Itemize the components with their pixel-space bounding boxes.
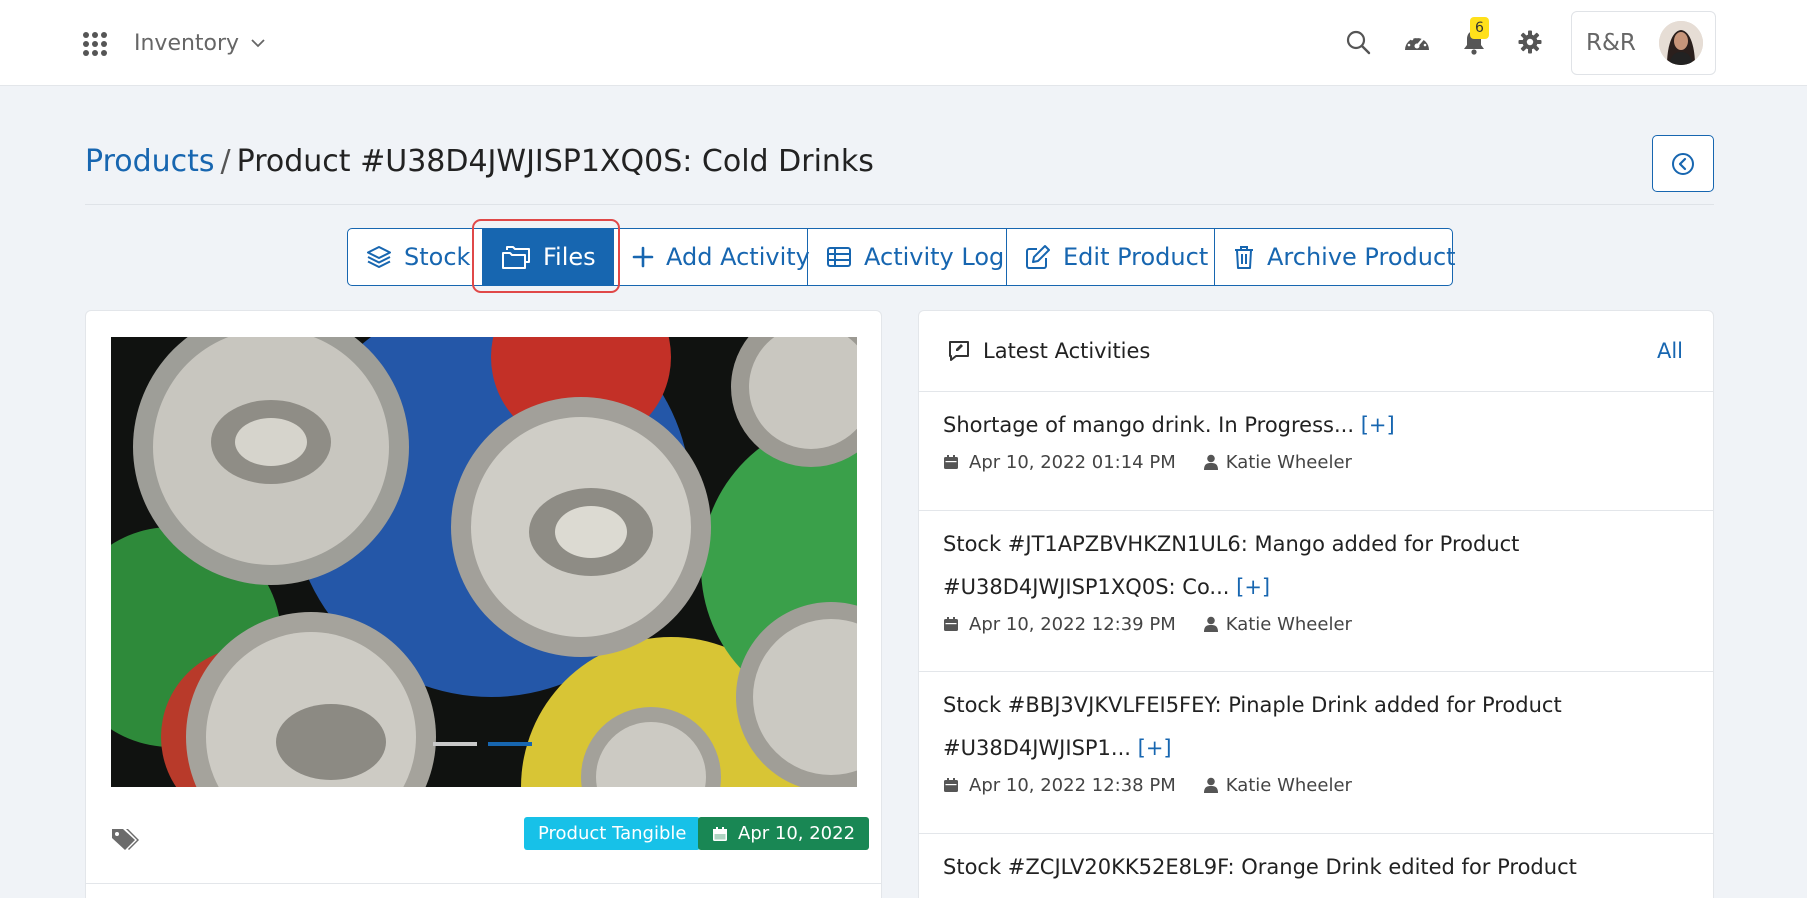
activity-user: Katie Wheeler	[1203, 774, 1352, 796]
product-image-carousel[interactable]	[111, 337, 857, 787]
user-icon	[1203, 454, 1218, 470]
activity-item: Stock #ZCJLV20KK52E8L9F: Orange Drink ed…	[919, 834, 1713, 898]
user-icon	[1203, 777, 1218, 793]
card-divider	[86, 883, 881, 884]
activity-text: Stock #BBJ3VJKVLFEI5FEY: Pinaple Drink a…	[943, 684, 1689, 770]
calendar-icon	[713, 826, 727, 841]
carousel-indicator-1[interactable]	[433, 742, 477, 746]
speedometer-icon[interactable]	[1402, 27, 1432, 57]
activity-text-content: Stock #JT1APZBVHKZN1UL6: Mango added for…	[943, 532, 1520, 599]
activity-text-content: Stock #ZCJLV20KK52E8L9F: Orange Drink ed…	[943, 855, 1577, 879]
activity-item: Stock #BBJ3VJKVLFEI5FEY: Pinaple Drink a…	[919, 672, 1713, 834]
stock-label: Stock	[404, 243, 471, 271]
files-button[interactable]: Files	[482, 229, 613, 285]
product-date-text: Apr 10, 2022	[738, 823, 856, 844]
activity-text-content: Stock #BBJ3VJKVLFEI5FEY: Pinaple Drink a…	[943, 693, 1562, 760]
trash-icon	[1235, 246, 1253, 269]
edit-icon	[1026, 245, 1050, 269]
expand-activity-link[interactable]: [+]	[1361, 413, 1395, 437]
activity-date-text: Apr 10, 2022 12:39 PM	[969, 613, 1176, 635]
page-title: Product #U38D4JWJISP1XQ0S: Cold Drinks	[236, 144, 874, 179]
expand-activity-link[interactable]: [+]	[1236, 575, 1270, 599]
activity-meta: Apr 10, 2022 12:39 PM Katie Wheeler	[943, 609, 1689, 639]
top-bar: Inventory 6 R&R	[0, 0, 1807, 86]
activity-text-content: Shortage of mango drink. In Progress...	[943, 413, 1354, 437]
activity-meta: Apr 10, 2022 01:14 PM Katie Wheeler	[943, 447, 1689, 477]
calendar-icon	[944, 778, 958, 792]
grid-icon[interactable]	[82, 31, 108, 57]
layers-icon	[367, 246, 391, 268]
activity-user-name: Katie Wheeler	[1225, 451, 1352, 473]
product-date-badge: Apr 10, 2022	[698, 817, 870, 850]
archive-product-button[interactable]: Archive Product	[1214, 229, 1456, 285]
notification-count-badge: 6	[1470, 17, 1489, 39]
circle-chevron-left-icon	[1672, 152, 1694, 175]
calendar-icon	[944, 455, 958, 469]
chat-edit-icon	[949, 341, 969, 361]
breadcrumb: Products / Product #U38D4JWJISP1XQ0S: Cold…	[85, 144, 874, 179]
header-divider	[85, 204, 1714, 205]
breadcrumb-separator: /	[220, 144, 231, 179]
tags-icon	[110, 826, 140, 856]
activity-date: Apr 10, 2022 12:38 PM	[943, 775, 1176, 796]
plus-icon	[632, 246, 654, 268]
search-icon[interactable]	[1343, 27, 1373, 57]
edit-product-label: Edit Product	[1063, 243, 1209, 271]
activity-item: Stock #JT1APZBVHKZN1UL6: Mango added for…	[919, 511, 1713, 672]
edit-product-button[interactable]: Edit Product	[1006, 229, 1214, 285]
app-name: Inventory	[134, 30, 240, 56]
activity-user-name: Katie Wheeler	[1225, 774, 1352, 796]
activity-text: Stock #JT1APZBVHKZN1UL6: Mango added for…	[943, 523, 1689, 609]
activity-item: Shortage of mango drink. In Progress... …	[919, 392, 1713, 511]
calendar-icon	[944, 617, 958, 631]
all-activities-link[interactable]: All	[1657, 339, 1683, 363]
chevron-down-icon	[251, 39, 265, 48]
latest-activities-card: Latest Activities All Shortage of mango …	[918, 310, 1714, 898]
carousel-indicator-2[interactable]	[488, 742, 532, 746]
activities-title: Latest Activities	[983, 339, 1151, 363]
product-type-badge: Product Tangible	[524, 817, 701, 850]
app-switcher[interactable]: Inventory	[134, 28, 267, 58]
add-activity-button[interactable]: Add Activity	[613, 229, 810, 285]
avatar	[1659, 21, 1703, 65]
add-activity-label: Add Activity	[666, 243, 810, 271]
expand-activity-link[interactable]: [+]	[1138, 736, 1172, 760]
folders-icon	[502, 246, 530, 269]
activity-log-label: Activity Log	[864, 243, 1005, 271]
activity-date-text: Apr 10, 2022 12:38 PM	[969, 774, 1176, 796]
gear-icon[interactable]	[1515, 27, 1545, 57]
user-icon	[1203, 616, 1218, 632]
user-menu[interactable]: R&R	[1571, 11, 1716, 75]
activity-user-name: Katie Wheeler	[1225, 613, 1352, 635]
activity-date: Apr 10, 2022 01:14 PM	[943, 452, 1176, 473]
table-icon	[827, 247, 851, 267]
activity-text: Shortage of mango drink. In Progress... …	[943, 404, 1689, 447]
activity-text: Stock #ZCJLV20KK52E8L9F: Orange Drink ed…	[943, 846, 1689, 889]
product-actions-toolbar: Stock Files Add Activity Activity Log Ed…	[347, 228, 1456, 286]
activity-meta: Apr 10, 2022 12:38 PM Katie Wheeler	[943, 770, 1689, 800]
product-card: Product Tangible Apr 10, 2022	[85, 310, 882, 898]
activity-date-text: Apr 10, 2022 01:14 PM	[969, 451, 1176, 473]
activities-header: Latest Activities All	[919, 311, 1713, 392]
user-initials: R&R	[1586, 30, 1636, 56]
stock-button[interactable]: Stock	[348, 229, 482, 285]
archive-product-label: Archive Product	[1267, 243, 1456, 271]
activity-log-button[interactable]: Activity Log	[807, 229, 1006, 285]
files-label: Files	[543, 243, 596, 271]
activity-user: Katie Wheeler	[1203, 451, 1352, 473]
back-button[interactable]	[1652, 135, 1714, 192]
activity-user: Katie Wheeler	[1203, 613, 1352, 635]
activity-date: Apr 10, 2022 12:39 PM	[943, 614, 1176, 635]
breadcrumb-products-link[interactable]: Products	[85, 144, 215, 179]
